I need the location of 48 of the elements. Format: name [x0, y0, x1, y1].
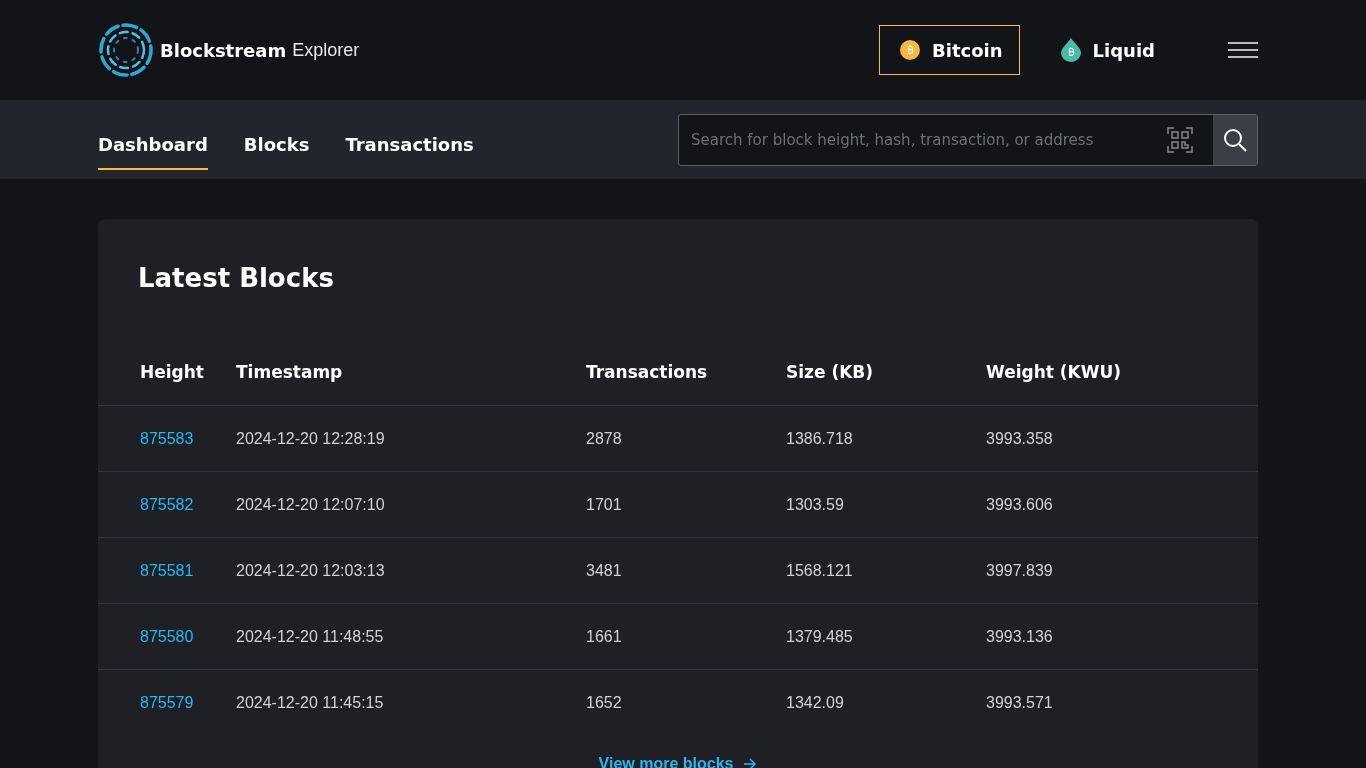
column-header: Height: [98, 339, 236, 406]
product-name: Explorer: [292, 39, 360, 61]
block-height-link[interactable]: 875582: [140, 495, 194, 513]
table-cell: 2024-12-20 11:45:15: [236, 669, 586, 735]
table-cell: 3993.606: [986, 471, 1258, 538]
brand-name: Blockstream: [160, 39, 287, 61]
column-header: Transactions: [586, 339, 786, 406]
table-cell: 2024-12-20 12:07:10: [236, 471, 586, 538]
network-button[interactable]: Liquid: [1039, 25, 1172, 75]
table-cell: 2024-12-20 12:03:13: [236, 537, 586, 604]
table-cell: 3993.571: [986, 669, 1258, 735]
block-height-link[interactable]: 875581: [140, 561, 194, 579]
table-cell: 2878: [586, 405, 786, 472]
table-cell: 1701: [586, 471, 786, 538]
table-cell: 1342.09: [786, 669, 986, 735]
droplet-icon: [1060, 38, 1081, 62]
table-cell: 3997.839: [986, 537, 1258, 604]
block-height-link[interactable]: 875583: [140, 429, 194, 447]
logo-icon: [98, 22, 154, 78]
arrow-icon: [743, 758, 758, 768]
table-cell: 3993.136: [986, 603, 1258, 670]
menu-icon[interactable]: [1228, 42, 1258, 58]
block-height-link[interactable]: 875580: [140, 627, 194, 645]
block-height-link[interactable]: 875579: [140, 693, 194, 711]
coin-icon: [900, 40, 921, 60]
qr-code-icon[interactable]: [1167, 126, 1193, 153]
table-cell: 3481: [586, 537, 786, 604]
nav-tab[interactable]: Blocks: [243, 120, 310, 170]
table-cell: 1568.121: [786, 537, 986, 604]
card-title: Latest Blocks: [138, 262, 335, 295]
column-header: Timestamp: [236, 339, 586, 406]
table-cell: 1386.718: [786, 405, 986, 472]
search-field[interactable]: Search for block height, hash, transaction, or address: [679, 114, 1167, 165]
table-cell: 1303.59: [786, 471, 986, 538]
table-cell: 3993.358: [986, 405, 1258, 472]
nav-tab[interactable]: Dashboard: [98, 120, 208, 170]
column-header: Weight (KWU): [986, 339, 1258, 406]
search-icon: [1223, 127, 1247, 152]
table-cell: 1652: [586, 669, 786, 735]
table-cell: 1379.485: [786, 603, 986, 670]
search-bar[interactable]: Search for block height, hash, transaction, or address: [678, 113, 1258, 166]
search-button[interactable]: [1213, 114, 1257, 165]
nav-tab[interactable]: Transactions: [345, 120, 474, 170]
table-cell: 1661: [586, 603, 786, 670]
table-cell: 2024-12-20 11:48:55: [236, 603, 586, 670]
network-button[interactable]: Bitcoin: [879, 25, 1020, 75]
table-cell: 2024-12-20 12:28:19: [236, 405, 586, 472]
column-header: Size (KB): [786, 339, 986, 406]
